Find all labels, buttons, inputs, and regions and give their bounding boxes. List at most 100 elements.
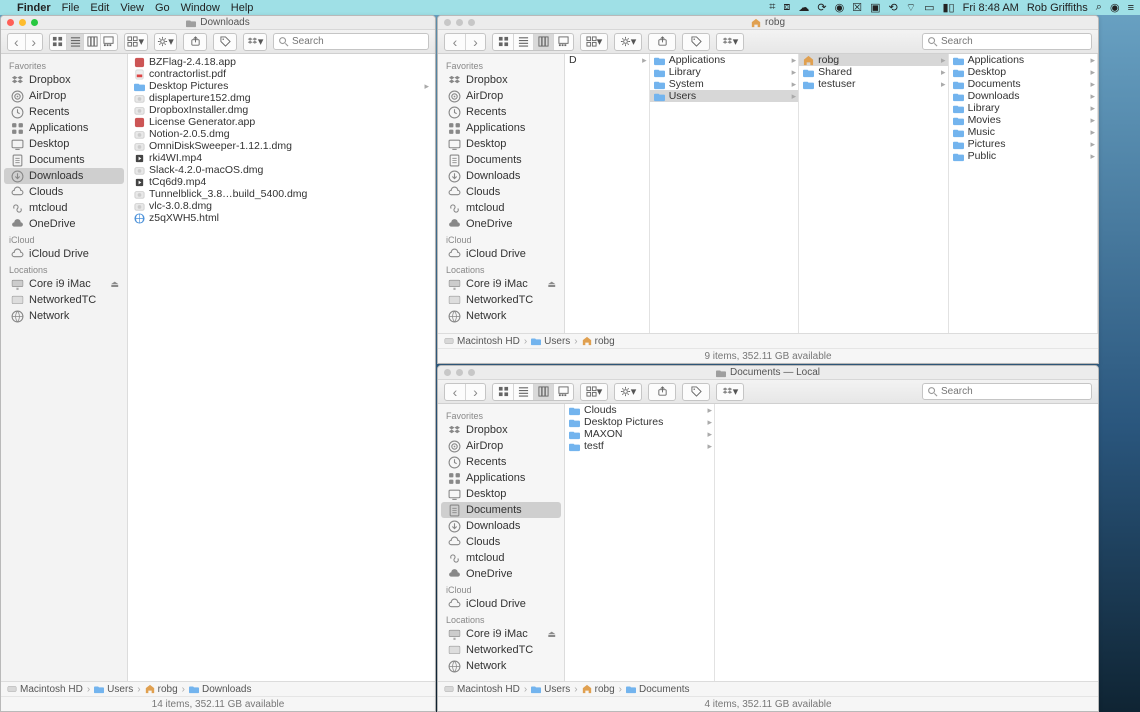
column-item[interactable]: Applications▸ xyxy=(949,54,1097,66)
forward-button[interactable] xyxy=(465,34,485,50)
eject-icon[interactable]: ⏏ xyxy=(547,279,556,290)
sidebar-item-downloads[interactable]: Downloads xyxy=(438,518,564,534)
group-button[interactable]: ▾ xyxy=(125,34,147,50)
columns-view[interactable]: Clouds▸Desktop Pictures▸MAXON▸testf▸ xyxy=(565,404,1098,681)
sidebar-item-recents[interactable]: Recents xyxy=(438,454,564,470)
mb-dropbox-icon[interactable]: ⧈ xyxy=(783,1,790,14)
mb-cloud-icon[interactable]: ☁︎ xyxy=(798,1,809,14)
sidebar-item-recents[interactable]: Recents xyxy=(1,104,127,120)
sidebar-item-clouds[interactable]: Clouds xyxy=(438,184,564,200)
group-button[interactable]: ▾ xyxy=(581,34,607,50)
sidebar-item-documents[interactable]: Documents xyxy=(438,152,564,168)
mb-x-icon[interactable]: ☒ xyxy=(852,1,862,14)
titlebar[interactable]: robg xyxy=(438,16,1098,30)
column[interactable]: Applications▸Library▸System▸Users▸ xyxy=(650,54,799,333)
column-item[interactable]: Public▸ xyxy=(949,150,1097,162)
mb-clock[interactable]: Fri 8:48 AM xyxy=(963,2,1019,14)
sidebar-item-downloads[interactable]: Downloads xyxy=(4,168,124,184)
sidebar-item-airdrop[interactable]: AirDrop xyxy=(1,88,127,104)
column-item[interactable]: System▸ xyxy=(650,78,798,90)
mb-username[interactable]: Rob Griffiths xyxy=(1027,2,1088,14)
file-row[interactable]: z5qXWH5.html xyxy=(128,212,435,224)
sidebar-item-network[interactable]: Network xyxy=(438,658,564,674)
column-item[interactable]: Users▸ xyxy=(650,90,798,102)
menu-help[interactable]: Help xyxy=(231,2,254,14)
path-segment[interactable]: Macintosh HD xyxy=(7,684,83,695)
file-row[interactable]: tCq6d9.mp4 xyxy=(128,176,435,188)
view-icons-button[interactable] xyxy=(493,384,513,400)
menu-edit[interactable]: Edit xyxy=(90,2,109,14)
sidebar-item-network[interactable]: Network xyxy=(1,308,127,324)
sidebar-item-core-i9-imac[interactable]: Core i9 iMac⏏ xyxy=(1,276,127,292)
mb-wifi-icon[interactable]: ⌔ xyxy=(906,1,916,15)
file-list[interactable]: BZFlag-2.4.18.appcontractorlist.pdfDeskt… xyxy=(128,54,435,681)
eject-icon[interactable]: ⏏ xyxy=(547,629,556,640)
file-row[interactable]: OmniDiskSweeper-1.12.1.dmg xyxy=(128,140,435,152)
mb-timemachine-icon[interactable]: ⟲ xyxy=(889,1,898,14)
sidebar-item-mtcloud[interactable]: mtcloud xyxy=(438,550,564,566)
group-button[interactable]: ▾ xyxy=(581,384,607,400)
file-row[interactable]: Notion-2.0.5.dmg xyxy=(128,128,435,140)
path-segment[interactable]: Users xyxy=(531,336,570,347)
column-item[interactable]: Downloads▸ xyxy=(949,90,1097,102)
path-segment[interactable]: Downloads xyxy=(189,684,251,695)
view-gallery-button[interactable] xyxy=(553,384,573,400)
column-item[interactable]: Applications▸ xyxy=(650,54,798,66)
sidebar-item-dropbox[interactable]: Dropbox xyxy=(1,72,127,88)
path-segment[interactable]: robg xyxy=(145,684,178,695)
titlebar[interactable]: Documents — Local xyxy=(438,366,1098,380)
sidebar-item-icloud-drive[interactable]: iCloud Drive xyxy=(1,246,127,262)
sidebar-item-clouds[interactable]: Clouds xyxy=(438,534,564,550)
search-input[interactable] xyxy=(292,36,424,47)
sidebar-item-dropbox[interactable]: Dropbox xyxy=(438,422,564,438)
sidebar-item-clouds[interactable]: Clouds xyxy=(1,184,127,200)
sidebar-item-airdrop[interactable]: AirDrop xyxy=(438,438,564,454)
share-button[interactable] xyxy=(184,34,206,50)
tags-button[interactable] xyxy=(683,34,709,50)
mb-siri-icon[interactable]: ◉ xyxy=(1110,1,1120,14)
path-segment[interactable]: Documents xyxy=(626,684,690,695)
file-row[interactable]: BZFlag-2.4.18.app xyxy=(128,56,435,68)
column-item[interactable]: Pictures▸ xyxy=(949,138,1097,150)
sidebar-item-documents[interactable]: Documents xyxy=(1,152,127,168)
column-item[interactable]: testuser▸ xyxy=(799,78,947,90)
sidebar-item-networkedtc[interactable]: NetworkedTC xyxy=(438,642,564,658)
column-item[interactable]: Library▸ xyxy=(949,102,1097,114)
sidebar-item-onedrive[interactable]: OneDrive xyxy=(438,216,564,232)
column[interactable]: Applications▸Desktop▸Documents▸Downloads… xyxy=(949,54,1098,333)
column-item[interactable]: Movies▸ xyxy=(949,114,1097,126)
column-item[interactable]: Music▸ xyxy=(949,126,1097,138)
mb-display-icon[interactable]: ▭ xyxy=(924,1,934,14)
sidebar-item-documents[interactable]: Documents xyxy=(441,502,561,518)
sidebar-item-applications[interactable]: Applications xyxy=(1,120,127,136)
view-gallery-button[interactable] xyxy=(100,34,117,50)
action-button[interactable]: ▾ xyxy=(615,34,641,50)
sidebar-item-mtcloud[interactable]: mtcloud xyxy=(438,200,564,216)
mb-battery-icon[interactable]: ▮▯ xyxy=(943,1,955,14)
column-item[interactable]: MAXON▸ xyxy=(565,428,714,440)
search-field[interactable] xyxy=(922,33,1092,50)
titlebar[interactable]: Downloads xyxy=(1,16,435,30)
back-button[interactable] xyxy=(445,34,465,50)
view-icons-button[interactable] xyxy=(493,34,513,50)
mb-notification-icon[interactable]: ≡ xyxy=(1128,2,1134,14)
column-item[interactable]: testf▸ xyxy=(565,440,714,452)
view-icons-button[interactable] xyxy=(50,34,67,50)
file-row[interactable]: Desktop Pictures▸ xyxy=(128,80,435,92)
columns-view[interactable]: D▸Applications▸Library▸System▸Users▸robg… xyxy=(565,54,1098,333)
file-row[interactable]: DropboxInstaller.dmg xyxy=(128,104,435,116)
file-row[interactable]: vlc-3.0.8.dmg xyxy=(128,200,435,212)
view-list-button[interactable] xyxy=(513,34,533,50)
forward-button[interactable] xyxy=(465,384,485,400)
column[interactable]: D▸ xyxy=(565,54,650,333)
search-input[interactable] xyxy=(941,386,1087,397)
share-button[interactable] xyxy=(649,34,675,50)
path-segment[interactable]: Macintosh HD xyxy=(444,336,520,347)
file-row[interactable]: contractorlist.pdf xyxy=(128,68,435,80)
view-list-button[interactable] xyxy=(66,34,83,50)
path-segment[interactable]: Macintosh HD xyxy=(444,684,520,695)
mb-sync-icon[interactable]: ⟳ xyxy=(817,1,826,14)
view-columns-button[interactable] xyxy=(533,34,553,50)
view-columns-button[interactable] xyxy=(83,34,100,50)
menu-go[interactable]: Go xyxy=(155,2,170,14)
